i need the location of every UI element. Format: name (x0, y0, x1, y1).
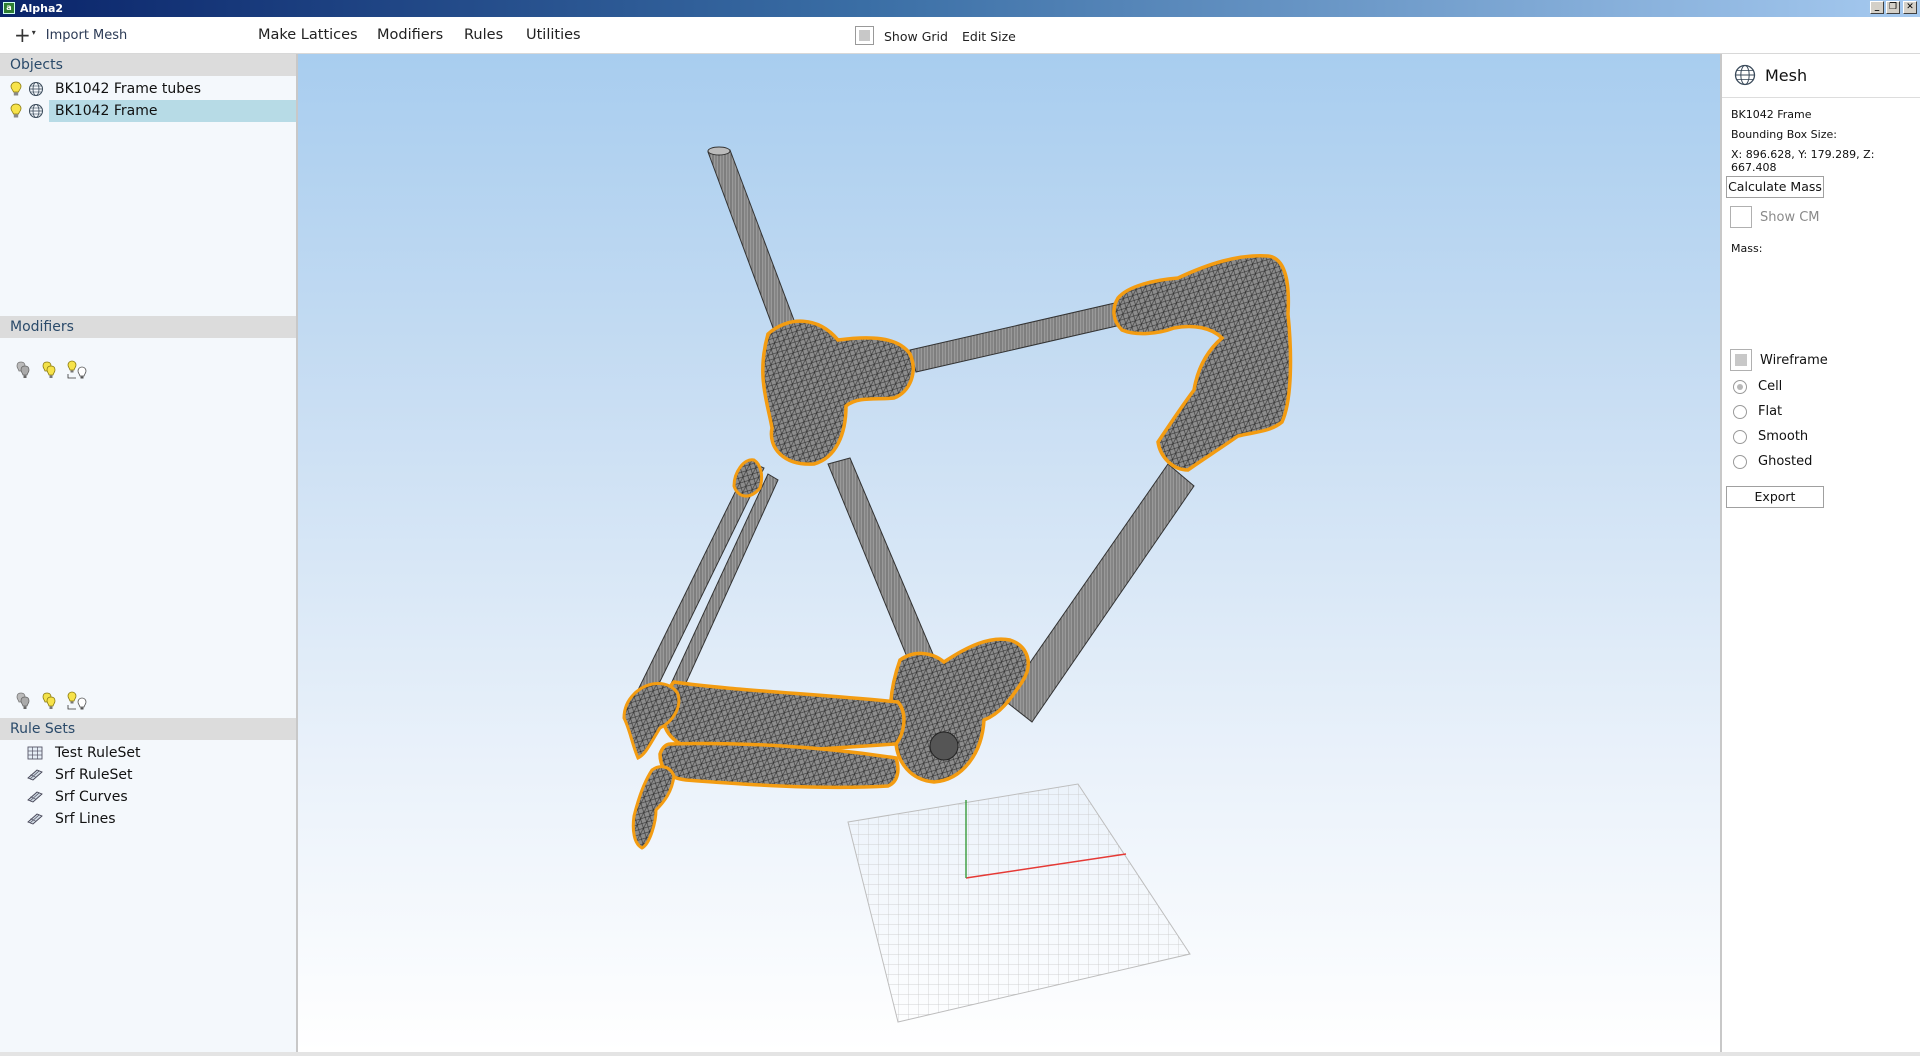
ruleset-name: Srf Lines (55, 811, 116, 827)
bike-frame-mesh[interactable] (622, 146, 1293, 850)
ruleset-name: Srf RuleSet (55, 767, 133, 783)
plus-icon: + (14, 23, 31, 47)
ruleset-grid-icon (27, 746, 43, 760)
bounding-box-value: X: 896.628, Y: 179.289, Z: 667.408 (1731, 148, 1875, 174)
rule-sets-header: Rule Sets (0, 718, 296, 740)
surface-rule-icon (27, 791, 43, 803)
close-icon[interactable]: ✕ (1903, 1, 1917, 14)
objects-header: Objects (0, 54, 296, 76)
render-mode-ghosted-label: Ghosted (1758, 454, 1813, 469)
properties-header: Mesh (1722, 54, 1920, 98)
lightbulb-icon[interactable] (10, 103, 22, 119)
menu-make-lattices[interactable]: Make Lattices (258, 27, 358, 43)
menu-modifiers[interactable]: Modifiers (377, 27, 443, 43)
object-row-selected[interactable]: BK1042 Frame (0, 100, 296, 122)
export-button[interactable]: Export (1726, 486, 1824, 508)
globe-icon (29, 82, 43, 96)
render-mode-smooth-label: Smooth (1758, 429, 1809, 444)
ruleset-item[interactable]: Test RuleSet (0, 742, 296, 764)
import-mesh-label: Import Mesh (45, 27, 128, 43)
viewport-scene (622, 146, 1293, 1023)
ruleset-item[interactable]: Srf RuleSet (0, 764, 296, 786)
restore-icon[interactable]: ❐ (1886, 1, 1900, 14)
hide-all-icon[interactable] (14, 360, 32, 380)
ruleset-item[interactable]: Srf Curves (0, 786, 296, 808)
modifiers-header: Modifiers (0, 316, 296, 338)
app-window: a Alpha2 _ ❐ ✕ + ▾ Import Mesh Make Latt… (0, 0, 1920, 1056)
ruleset-item[interactable]: Srf Lines (0, 808, 296, 830)
calculate-mass-button[interactable]: Calculate Mass (1726, 176, 1824, 198)
ruleset-name: Srf Curves (55, 789, 128, 805)
show-all-icon[interactable] (40, 360, 58, 380)
object-name: BK1042 Frame (49, 100, 296, 122)
surface-rule-icon (27, 813, 43, 825)
edit-size-button[interactable]: Edit Size (962, 29, 1016, 44)
ground-grid (847, 783, 1191, 1023)
mesh-globe-icon (1734, 64, 1756, 86)
show-all-icon[interactable] (40, 691, 58, 711)
object-row[interactable]: BK1042 Frame tubes (0, 78, 296, 100)
show-cm-checkbox[interactable] (1730, 206, 1752, 228)
render-mode-cell-label: Cell (1758, 379, 1783, 394)
wireframe-label: Wireframe (1760, 353, 1828, 368)
wireframe-checkbox[interactable] (1730, 349, 1752, 371)
render-mode-cell-radio[interactable] (1733, 380, 1747, 394)
globe-icon (29, 104, 43, 118)
lightbulb-icon[interactable] (10, 81, 22, 97)
title-bar: a Alpha2 _ ❐ ✕ (0, 0, 1920, 17)
menu-rules[interactable]: Rules (464, 27, 503, 43)
menu-utilities[interactable]: Utilities (526, 27, 581, 43)
show-grid-label: Show Grid (884, 29, 948, 44)
properties-title: Mesh (1765, 66, 1808, 85)
render-mode-smooth-radio[interactable] (1733, 430, 1747, 444)
render-mode-flat-radio[interactable] (1733, 405, 1747, 419)
status-bar (0, 1052, 1920, 1056)
isolate-icon[interactable] (66, 691, 90, 711)
render-mode-flat-label: Flat (1758, 404, 1783, 419)
main-toolbar: + ▾ Import Mesh Make Lattices Modifiers … (0, 17, 1920, 54)
show-grid-checkbox[interactable] (855, 26, 874, 45)
object-name-label: BK1042 Frame (1731, 108, 1812, 121)
objects-visibility-tools (14, 360, 90, 384)
properties-panel: Mesh BK1042 Frame Bounding Box Size: X: … (1720, 54, 1920, 1052)
modifiers-visibility-tools (14, 691, 90, 715)
bounding-box-label: Bounding Box Size: (1731, 128, 1837, 141)
surface-rule-icon (27, 769, 43, 781)
hide-all-icon[interactable] (14, 691, 32, 711)
minimize-icon[interactable]: _ (1870, 1, 1884, 14)
import-mesh-button[interactable]: + ▾ Import Mesh (14, 23, 127, 47)
ruleset-name: Test RuleSet (55, 745, 141, 761)
render-mode-ghosted-radio[interactable] (1733, 455, 1747, 469)
app-icon: a (3, 2, 15, 14)
window-title: Alpha2 (20, 2, 64, 15)
isolate-icon[interactable] (66, 360, 90, 380)
3d-viewport[interactable] (298, 54, 1720, 1052)
object-name: BK1042 Frame tubes (55, 81, 202, 97)
left-panel: Objects BK1042 Frame tubes BK1042 Frame … (0, 54, 298, 1052)
mass-label: Mass: (1731, 242, 1763, 255)
show-cm-label: Show CM (1760, 210, 1820, 225)
chevron-down-icon: ▾ (31, 27, 36, 37)
